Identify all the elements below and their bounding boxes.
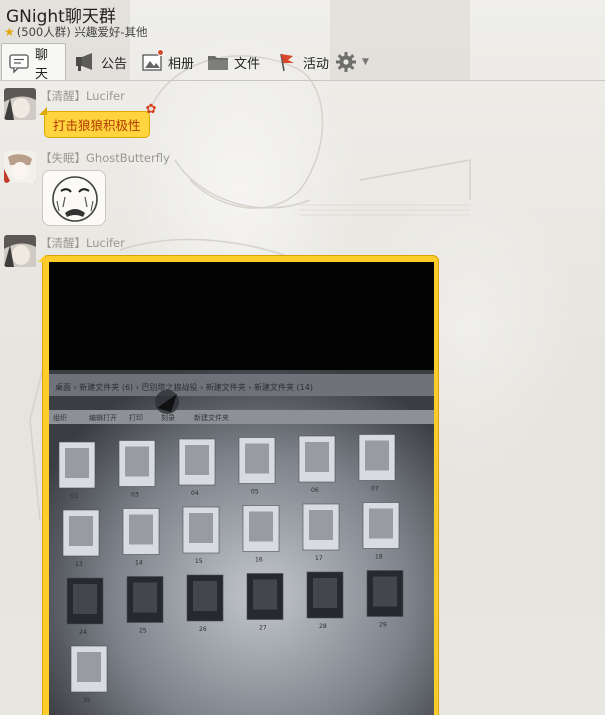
- folder-icon: [207, 51, 229, 73]
- photo-content: 桌面 › 新建文件夹 (6) › 巴别塔之狼战役 › 新建文件夹 › 新建文件夹…: [49, 262, 434, 715]
- chevron-down-icon: ▼: [362, 57, 369, 67]
- thumbnail-label: 06: [311, 487, 319, 494]
- settings-menu-button[interactable]: ▼: [335, 43, 369, 81]
- thumbnail-image: [373, 576, 397, 607]
- tab-chat[interactable]: 聊天: [1, 43, 66, 82]
- thumbnail-label: 16: [255, 557, 263, 564]
- photo-breadcrumb: 桌面 › 新建文件夹 (6) › 巴别塔之狼战役 › 新建文件夹 › 新建文件夹…: [55, 382, 313, 392]
- thumbnail-label: 26: [199, 626, 207, 633]
- avatar[interactable]: [4, 88, 36, 120]
- avatar[interactable]: [4, 235, 36, 267]
- thumbnail-image: [193, 581, 217, 611]
- thumbnail-image: [65, 448, 89, 478]
- tab-announcement[interactable]: 公告: [74, 43, 127, 81]
- flag-icon: [276, 51, 298, 73]
- thumbnail-image: [125, 446, 149, 477]
- cursor-icon: [155, 390, 179, 414]
- message-bubble[interactable]: 打击狼狼积极性 ✿: [39, 102, 157, 138]
- thumbnail-image: [129, 514, 153, 545]
- photo-menu-item: 编辑打开: [89, 413, 117, 422]
- thumbnail-label: 15: [195, 558, 203, 565]
- thumbnail-label: 17: [315, 555, 323, 562]
- thumbnail-image: [69, 516, 93, 546]
- thumbnail-label: 28: [319, 623, 327, 630]
- tab-files[interactable]: 文件: [207, 43, 260, 81]
- megaphone-icon: [74, 51, 96, 73]
- photo-menu-item: 新建文件夹: [194, 413, 229, 422]
- thumbnail-label: 07: [371, 486, 379, 493]
- photo-menu-item: 刻录: [161, 413, 175, 422]
- thumbnail-image: [313, 578, 337, 608]
- avatar[interactable]: [4, 151, 36, 183]
- tab-activities-label: 活动: [303, 56, 330, 72]
- group-header: GNight聊天群 ★ (500人群) 兴趣爱好-其他: [0, 0, 605, 42]
- thumbnail-image: [253, 579, 277, 610]
- bubble-decoration-icon: ✿: [145, 102, 157, 117]
- chat-icon: [8, 52, 30, 74]
- group-toolbar: 聊天 公告 相册 文件 活动 ▼: [0, 43, 605, 82]
- tab-album[interactable]: 相册: [141, 43, 194, 81]
- thumbnail-image: [245, 443, 269, 474]
- thumbnail-label: 29: [379, 622, 387, 629]
- crying-face-sticker: [52, 176, 98, 222]
- thumbnail-image: [77, 652, 101, 682]
- group-info: (500人群) 兴趣爱好-其他: [16, 25, 148, 39]
- tab-announcement-label: 公告: [101, 56, 128, 72]
- thumbnail-label: 25: [139, 628, 147, 635]
- tab-files-label: 文件: [234, 56, 261, 72]
- thumbnail-label: 03: [131, 492, 139, 499]
- thumbnail-image: [189, 513, 213, 543]
- photo-menu-item: 打印: [129, 413, 143, 422]
- sticker-bubble[interactable]: [42, 170, 106, 226]
- gear-icon: [335, 51, 357, 73]
- tab-activities[interactable]: 活动: [276, 43, 329, 81]
- group-meta: ★ (500人群) 兴趣爱好-其他: [4, 24, 148, 40]
- thumbnail-image: [185, 445, 209, 475]
- thumbnail-image: [309, 510, 333, 540]
- thumbnail-label: 27: [259, 625, 267, 632]
- photo-album-icon: [141, 49, 164, 73]
- thumbnail-label: 14: [135, 560, 143, 567]
- thumbnail-label: 18: [375, 554, 383, 561]
- photo-menu-item: 组织: [53, 413, 67, 422]
- thumbnail-label: 24: [79, 629, 87, 636]
- thumbnail-image: [365, 440, 389, 471]
- thumbnail-image: [305, 442, 329, 472]
- thumbnail-label: 05: [251, 489, 259, 496]
- star-icon: ★: [4, 25, 15, 39]
- sender-name[interactable]: 【清醒】Lucifer: [40, 235, 125, 251]
- toolbar-divider: [0, 80, 605, 81]
- photo-of-screen[interactable]: 桌面 › 新建文件夹 (6) › 巴别塔之狼战役 › 新建文件夹 › 新建文件夹…: [49, 262, 434, 715]
- thumbnail-label: 35: [83, 697, 91, 704]
- sender-name[interactable]: 【失眠】GhostButterfly: [40, 150, 170, 166]
- thumbnail-image: [249, 511, 273, 542]
- sender-name[interactable]: 【清醒】Lucifer: [40, 88, 125, 104]
- image-message-bubble[interactable]: 桌面 › 新建文件夹 (6) › 巴别塔之狼战役 › 新建文件夹 › 新建文件夹…: [38, 255, 439, 715]
- thumbnail-image: [369, 508, 393, 539]
- album-badge: [157, 49, 164, 56]
- thumbnail-image: [133, 582, 157, 613]
- message-text: 打击狼狼积极性: [53, 118, 141, 133]
- thumbnail-label: 13: [75, 561, 83, 568]
- thumbnail-label: 01: [71, 493, 79, 500]
- tab-chat-label: 聊天: [35, 47, 49, 82]
- tab-album-label: 相册: [168, 56, 195, 72]
- thumbnail-image: [73, 584, 97, 614]
- thumbnail-label: 04: [191, 490, 199, 497]
